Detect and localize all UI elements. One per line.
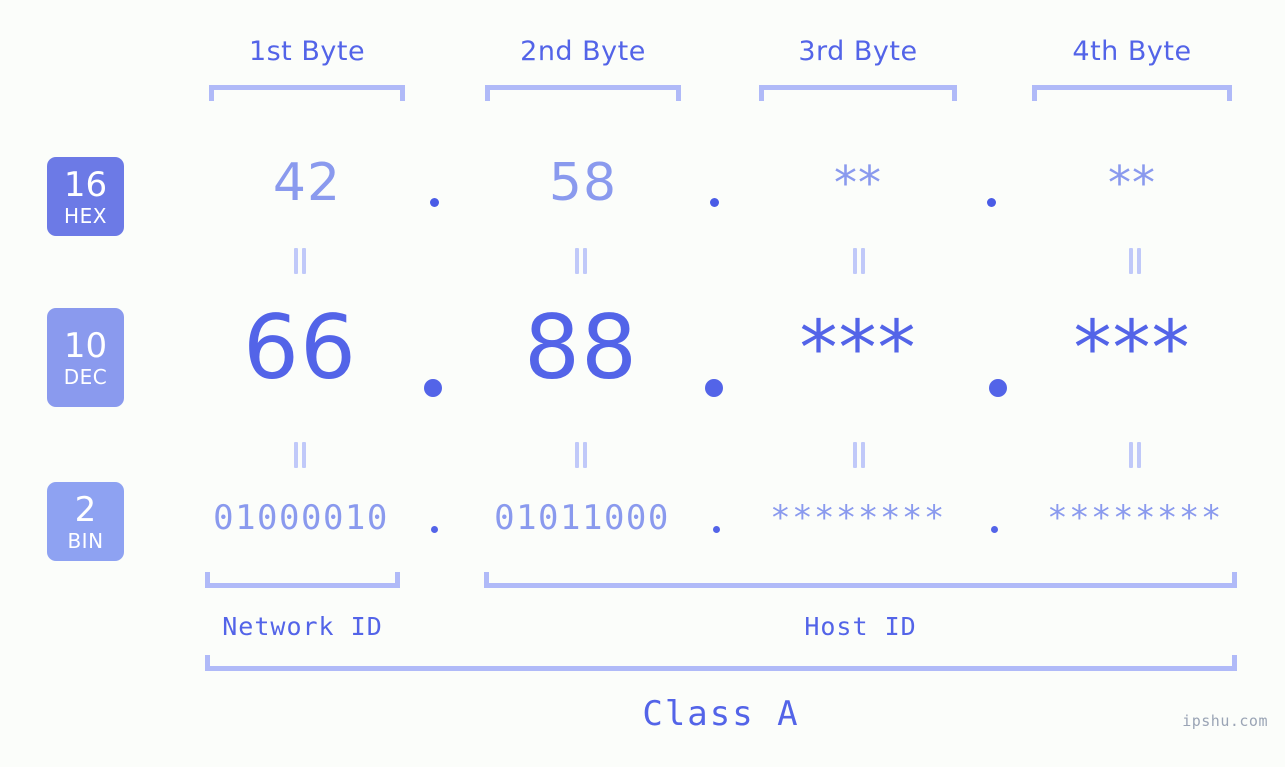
dec-separator-1	[424, 379, 442, 397]
base-badge-bin-name: BIN	[67, 528, 104, 553]
hex-byte-2: 58	[548, 153, 618, 213]
base-badge-hex-name: HEX	[64, 203, 107, 228]
dec-byte-1: 66	[243, 296, 357, 399]
base-badge-dec: 10 DEC	[47, 308, 124, 407]
equality-mark-hex-dec-4	[1128, 248, 1142, 274]
equality-mark-dec-bin-1	[293, 442, 307, 468]
bin-byte-1: 01000010	[213, 498, 389, 538]
equality-mark-dec-bin-3	[852, 442, 866, 468]
byte-header-2: 2nd Byte	[520, 36, 646, 67]
dec-separator-3	[989, 379, 1007, 397]
equality-mark-dec-bin-4	[1128, 442, 1142, 468]
class-bracket	[205, 655, 1237, 671]
base-badge-dec-number: 10	[63, 325, 108, 366]
ip-breakdown-diagram: 1st Byte 2nd Byte 3rd Byte 4th Byte 16 H…	[0, 0, 1285, 767]
byte-header-1: 1st Byte	[248, 36, 366, 67]
byte-bracket-3	[759, 85, 957, 101]
equality-mark-dec-bin-2	[574, 442, 588, 468]
dec-byte-3: ***	[799, 303, 917, 392]
base-badge-hex-number: 16	[63, 164, 108, 205]
bin-byte-3: ********	[770, 498, 946, 538]
byte-bracket-4	[1032, 85, 1232, 101]
hex-separator-1	[430, 198, 439, 207]
hex-separator-3	[987, 198, 996, 207]
base-badge-dec-name: DEC	[63, 364, 108, 389]
dec-byte-4: ***	[1073, 303, 1191, 392]
dec-separator-2	[705, 379, 723, 397]
bin-separator-1	[431, 526, 438, 533]
hex-separator-2	[710, 198, 719, 207]
equality-mark-hex-dec-2	[574, 248, 588, 274]
class-label: Class A	[642, 694, 800, 734]
bin-separator-2	[713, 526, 720, 533]
base-badge-bin-number: 2	[74, 489, 97, 530]
byte-header-3: 3rd Byte	[798, 36, 918, 67]
bin-separator-3	[991, 526, 998, 533]
watermark: ipshu.com	[1182, 712, 1268, 730]
base-badge-hex: 16 HEX	[47, 157, 124, 236]
byte-bracket-2	[485, 85, 681, 101]
hex-byte-1: 42	[272, 153, 342, 213]
byte-bracket-1	[209, 85, 405, 101]
base-badge-bin: 2 BIN	[47, 482, 124, 561]
hex-byte-4: **	[1108, 156, 1156, 210]
dec-byte-2: 88	[524, 296, 638, 399]
network-id-bracket	[205, 572, 400, 588]
bin-byte-4: ********	[1047, 498, 1223, 538]
host-id-bracket	[484, 572, 1237, 588]
equality-mark-hex-dec-1	[293, 248, 307, 274]
byte-header-4: 4th Byte	[1072, 36, 1192, 67]
network-id-label: Network ID	[222, 612, 383, 641]
host-id-label: Host ID	[804, 612, 917, 641]
equality-mark-hex-dec-3	[852, 248, 866, 274]
hex-byte-3: **	[834, 156, 882, 210]
bin-byte-2: 01011000	[494, 498, 670, 538]
